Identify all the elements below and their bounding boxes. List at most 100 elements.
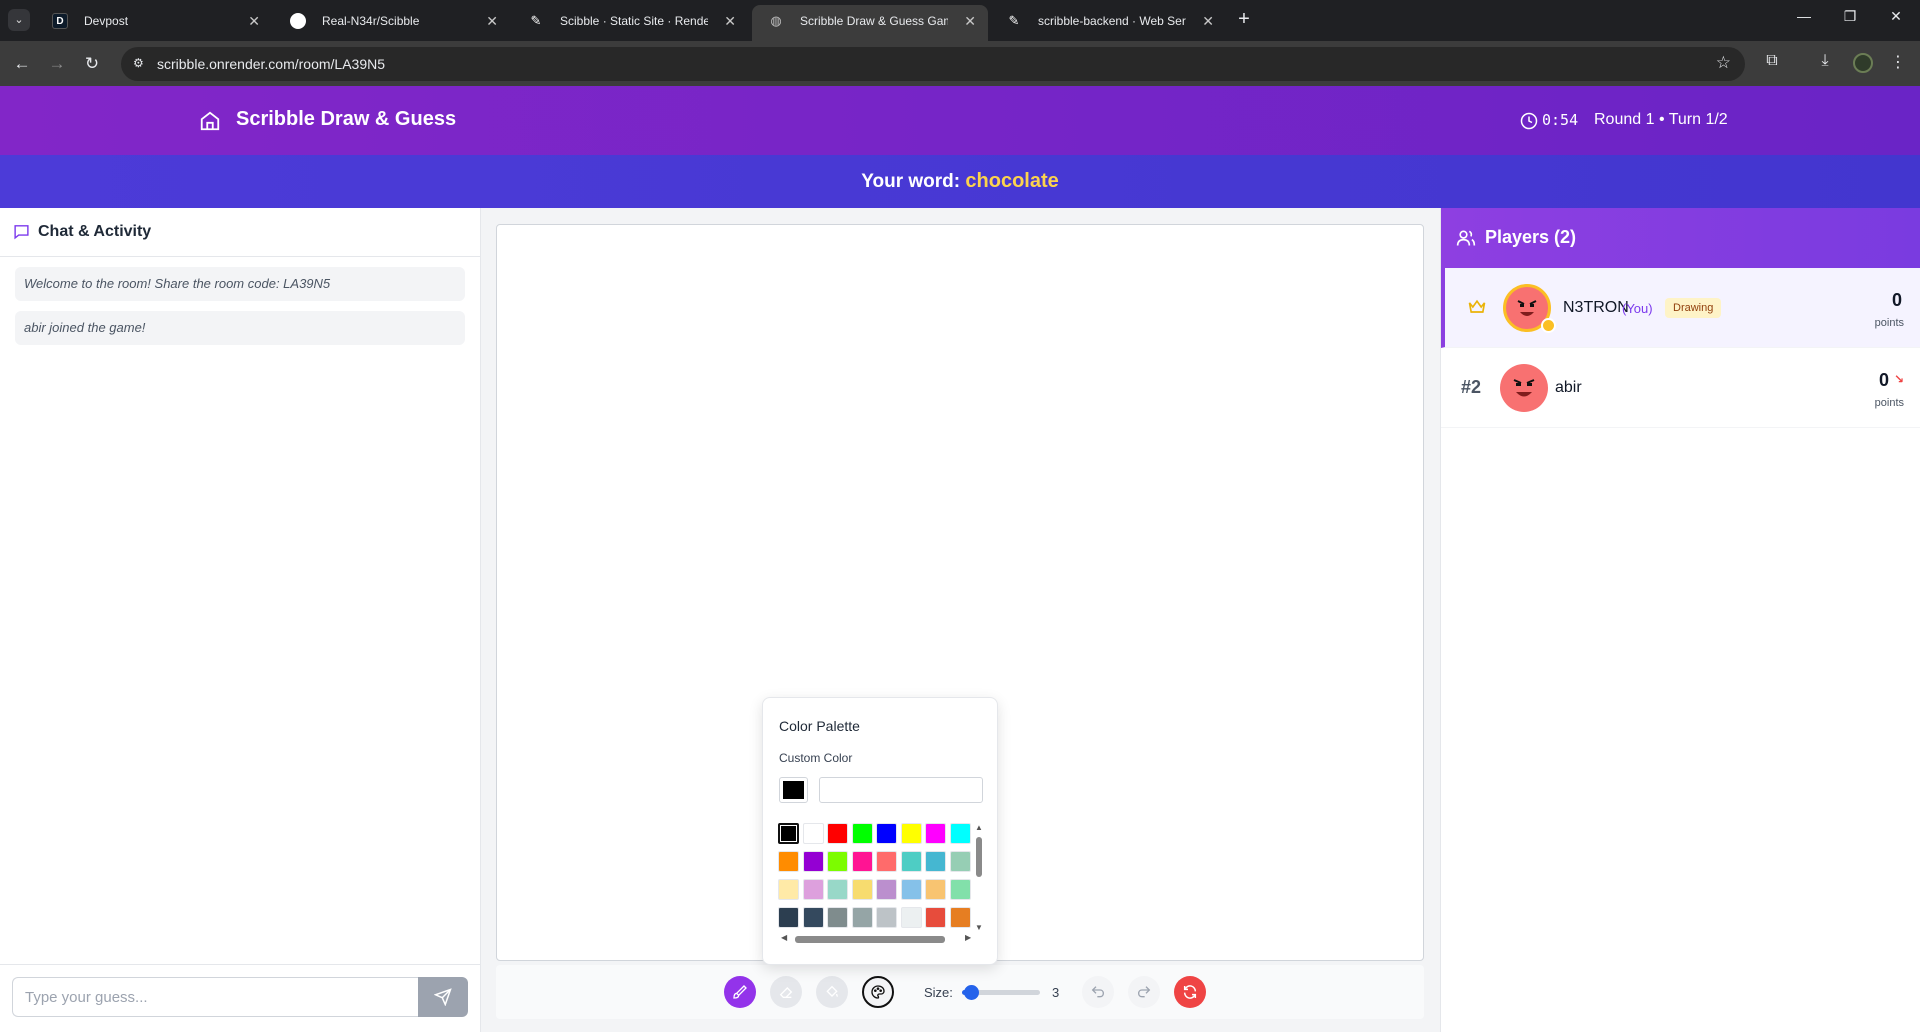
color-swatch[interactable] <box>802 823 824 844</box>
reload-icon[interactable]: ↻ <box>80 52 104 76</box>
color-swatch[interactable] <box>851 879 873 900</box>
close-tab-icon[interactable]: ✕ <box>1202 5 1214 37</box>
slider-handle[interactable] <box>964 985 979 1000</box>
minimize-icon[interactable]: — <box>1784 8 1824 24</box>
undo-icon <box>1091 986 1105 998</box>
color-swatch[interactable] <box>802 907 824 928</box>
chat-title: Chat & Activity <box>38 223 152 240</box>
scroll-up-arrow-icon[interactable]: ▲ <box>975 823 983 832</box>
color-swatch-grid <box>778 823 976 935</box>
home-icon[interactable] <box>199 110 221 132</box>
close-tab-icon[interactable]: ✕ <box>724 5 736 37</box>
back-icon[interactable]: ← <box>10 52 34 76</box>
color-swatch[interactable] <box>827 907 848 928</box>
color-swatch[interactable] <box>876 823 897 844</box>
site-info-icon[interactable]: ⚙ <box>133 56 149 72</box>
browser-menu-icon[interactable]: ⋮ <box>1886 52 1910 72</box>
browser-toolbar: ← → ↻ ⚙ scribble.onrender.com/room/LA39N… <box>0 41 1920 86</box>
color-swatch[interactable] <box>851 851 873 872</box>
color-swatch[interactable] <box>851 907 873 928</box>
download-icon[interactable]: ⤓ <box>1813 52 1837 70</box>
color-swatch[interactable] <box>900 879 922 900</box>
window-close-icon[interactable]: ✕ <box>1876 8 1916 25</box>
eraser-icon <box>779 987 793 998</box>
points-label: points <box>1874 317 1904 329</box>
color-swatch[interactable] <box>949 879 971 900</box>
extensions-icon[interactable]: ⧉ <box>1760 52 1784 70</box>
color-swatch[interactable] <box>925 851 946 872</box>
color-swatch[interactable] <box>802 851 824 872</box>
browser-tab-devpost[interactable]: D Devpost ✕ <box>36 5 272 41</box>
app-title: Scribble Draw & Guess <box>236 108 457 130</box>
forward-icon[interactable]: → <box>45 52 69 76</box>
color-swatch[interactable] <box>778 851 799 872</box>
eraser-tool-button[interactable] <box>770 976 802 1008</box>
color-swatch[interactable] <box>876 851 897 872</box>
render-icon: ✎ <box>530 13 542 28</box>
color-swatch[interactable] <box>876 879 897 900</box>
palette-horizontal-scrollbar[interactable]: ◀ ▶ <box>781 933 975 944</box>
color-swatch[interactable] <box>925 907 946 928</box>
color-swatch[interactable] <box>827 823 848 844</box>
color-swatch[interactable] <box>949 823 971 844</box>
scroll-down-arrow-icon[interactable]: ▼ <box>975 923 983 932</box>
player-row: #2 abir 0 ↘ points <box>1441 348 1920 428</box>
color-palette-button[interactable] <box>862 976 894 1008</box>
custom-color-input[interactable] <box>819 777 983 803</box>
paint-bucket-icon <box>826 985 838 997</box>
fill-tool-button[interactable] <box>816 976 848 1008</box>
browser-tab-github[interactable]: Real-N34r/Scibble ✕ <box>274 5 510 41</box>
color-swatch[interactable] <box>925 823 946 844</box>
color-swatch[interactable] <box>827 879 848 900</box>
brush-tool-button[interactable] <box>724 976 756 1008</box>
palette-vertical-scrollbar[interactable]: ▲ ▼ <box>974 823 984 933</box>
scroll-right-arrow-icon[interactable]: ▶ <box>965 933 971 942</box>
avatar <box>1500 364 1548 412</box>
browser-tab-render-backend[interactable]: ✎ scribble-backend · Web Service ✕ <box>990 5 1226 41</box>
url-text[interactable]: scribble.onrender.com/room/LA39N5 <box>157 56 385 72</box>
scroll-left-arrow-icon[interactable]: ◀ <box>781 933 787 942</box>
color-palette-popover: Color Palette Custom Color ▲ ▼ ◀ ▶ <box>762 697 998 965</box>
close-tab-icon[interactable]: ✕ <box>964 5 976 37</box>
chat-message: Welcome to the room! Share the room code… <box>15 267 465 301</box>
browser-tab-scribble-game[interactable]: ◍ Scribble Draw & Guess Game ✕ <box>752 5 988 41</box>
undo-button[interactable] <box>1082 976 1114 1008</box>
redo-button[interactable] <box>1128 976 1160 1008</box>
color-swatch[interactable] <box>900 823 922 844</box>
player-name: abir <box>1555 379 1582 396</box>
brush-size-slider[interactable] <box>962 985 1040 1000</box>
points-label: points <box>1874 397 1904 409</box>
brush-size-value: 3 <box>1052 985 1060 1000</box>
bookmark-star-icon[interactable]: ☆ <box>1716 53 1731 73</box>
color-swatch[interactable] <box>876 907 897 928</box>
custom-color-picker[interactable] <box>779 777 808 803</box>
color-swatch[interactable] <box>827 851 848 872</box>
color-swatch[interactable] <box>802 879 824 900</box>
guess-form <box>0 964 480 1032</box>
tab-search-button[interactable]: ⌄ <box>8 9 30 31</box>
browser-tab-bar: ⌄ D Devpost ✕ Real-N34r/Scibble ✕ ✎ Scib… <box>0 0 1920 41</box>
github-icon <box>290 13 306 29</box>
globe-icon: ◍ <box>770 13 782 28</box>
guess-input[interactable] <box>12 977 419 1017</box>
color-swatch[interactable] <box>900 851 922 872</box>
color-swatch[interactable] <box>778 907 799 928</box>
users-icon <box>1456 230 1476 246</box>
restore-icon[interactable]: ❐ <box>1830 8 1870 25</box>
color-swatch[interactable] <box>900 907 922 928</box>
new-tab-button[interactable]: + <box>1233 8 1255 30</box>
color-swatch[interactable] <box>778 879 799 900</box>
send-guess-button[interactable] <box>418 977 468 1017</box>
color-swatch[interactable] <box>925 879 946 900</box>
close-tab-icon[interactable]: ✕ <box>486 5 498 37</box>
color-swatch[interactable] <box>949 907 971 928</box>
tab-title: Devpost <box>84 14 129 28</box>
color-swatch[interactable] <box>851 823 873 844</box>
color-swatch[interactable] <box>949 851 971 872</box>
color-swatch[interactable] <box>778 823 799 844</box>
profile-avatar[interactable] <box>1853 53 1873 73</box>
close-tab-icon[interactable]: ✕ <box>248 5 260 37</box>
address-bar[interactable]: ⚙ scribble.onrender.com/room/LA39N5 ☆ <box>121 47 1745 81</box>
browser-tab-render-static[interactable]: ✎ Scibble · Static Site · Render D ✕ <box>512 5 748 41</box>
clear-canvas-button[interactable] <box>1174 976 1206 1008</box>
